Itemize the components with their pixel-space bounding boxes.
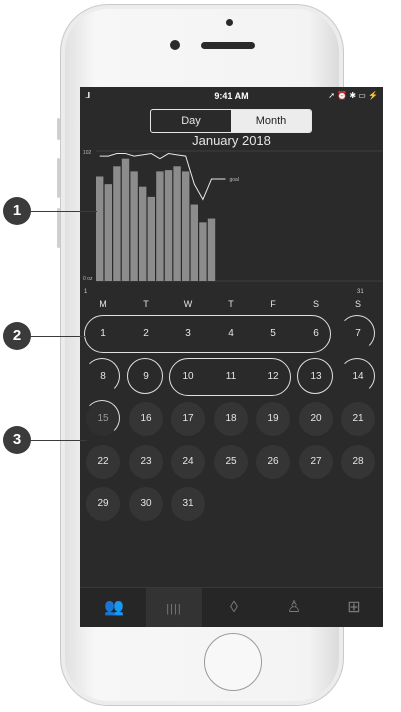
add-drink-tab[interactable]: ⊞	[326, 588, 382, 627]
bar-chart-icon: ||||	[166, 603, 182, 615]
volume-down-button	[57, 208, 60, 248]
front-camera	[170, 40, 180, 50]
status-indicators-icon: ➚ ⏰ ✱ ▭ ⚡	[328, 91, 378, 100]
callout-1-line	[31, 211, 97, 212]
calendar-day[interactable]: 31	[171, 487, 205, 521]
home-button[interactable]	[204, 633, 262, 691]
streak-outline	[169, 358, 291, 396]
status-bar: ..ll 9:41 AM ➚ ⏰ ✱ ▭ ⚡	[80, 87, 383, 105]
people-icon: 👥	[104, 599, 124, 616]
callout-1: 1	[3, 197, 31, 225]
chart-bar	[139, 186, 147, 281]
proximity-sensor	[226, 19, 233, 26]
x-tick-last: 31	[357, 289, 364, 295]
callout-2-line	[31, 336, 85, 337]
profile-tab[interactable]: ♙	[266, 588, 322, 627]
chart-bar	[190, 204, 198, 281]
chart-bar	[104, 184, 112, 281]
person-icon: ♙	[286, 599, 302, 616]
drop-tab[interactable]: ◊	[206, 588, 262, 627]
callout-2: 2	[3, 322, 31, 350]
streak-outline	[84, 315, 331, 353]
calendar-day[interactable]: 20	[299, 402, 333, 436]
calendar-day[interactable]: 21	[341, 402, 375, 436]
chart-bar	[96, 176, 104, 281]
earpiece-speaker	[201, 42, 255, 49]
month-segment[interactable]: Month	[231, 110, 311, 132]
friends-tab[interactable]: 👥	[86, 588, 142, 627]
calendar-day[interactable]: 27	[299, 445, 333, 479]
goal-label: goal	[230, 177, 239, 183]
day-ring-current	[84, 400, 120, 436]
intake-chart: 102 0 oz 1 31 goal	[83, 150, 383, 295]
day-ring	[339, 315, 375, 351]
chart-bar	[156, 171, 164, 281]
weekday-1: T	[143, 299, 149, 309]
calendar-day[interactable]: 29	[86, 487, 120, 521]
calendar-day[interactable]: 23	[129, 445, 163, 479]
chart-bar	[130, 171, 138, 281]
calendar-day[interactable]: 17	[171, 402, 205, 436]
day-segment[interactable]: Day	[151, 110, 231, 132]
water-drop-icon: ◊	[230, 599, 238, 616]
callout-3: 3	[3, 426, 31, 454]
chart-bar	[147, 196, 155, 281]
weekday-4: F	[270, 299, 276, 309]
chart-bar	[113, 166, 121, 281]
y-tick-top: 102	[83, 150, 92, 156]
day-ring	[127, 358, 163, 394]
weekday-5: S	[312, 299, 319, 309]
stats-tab[interactable]: ||||	[146, 588, 202, 627]
mute-switch	[57, 118, 60, 140]
calendar-day[interactable]: 18	[214, 402, 248, 436]
calendar-day[interactable]: 22	[86, 445, 120, 479]
weekday-0: M	[99, 299, 107, 309]
calendar-day[interactable]: 16	[129, 402, 163, 436]
app-screen: ..ll 9:41 AM ➚ ⏰ ✱ ▭ ⚡ Day Month January…	[80, 87, 383, 627]
x-tick-first: 1	[84, 289, 88, 295]
y-tick-bottom: 0 oz	[83, 276, 93, 282]
day-ring	[84, 358, 120, 394]
weekday-3: T	[228, 299, 234, 309]
calendar-day[interactable]: 28	[341, 445, 375, 479]
chart-bar	[207, 218, 216, 281]
chart-bar	[121, 158, 130, 281]
weekday-header: MTWTFSS	[80, 297, 383, 311]
day-ring	[297, 358, 333, 394]
weekday-6: S	[354, 299, 361, 309]
calendar-day[interactable]: 19	[256, 402, 290, 436]
chart-bar	[164, 170, 173, 281]
chart-bar	[199, 222, 207, 281]
volume-up-button	[57, 158, 60, 198]
calendar-day[interactable]: 24	[171, 445, 205, 479]
calendar-day[interactable]: 25	[214, 445, 248, 479]
weekday-2: W	[183, 299, 193, 309]
callout-3-line	[31, 440, 87, 441]
calendar-day[interactable]: 26	[256, 445, 290, 479]
day-month-toggle[interactable]: Day Month	[150, 109, 312, 133]
add-cup-icon: ⊞	[347, 599, 361, 616]
tab-bar: 👥 |||| ◊ ♙ ⊞	[80, 587, 383, 627]
chart-bar	[173, 166, 181, 281]
chart-bar	[182, 171, 190, 281]
day-ring	[339, 358, 375, 394]
calendar-day[interactable]: 30	[129, 487, 163, 521]
